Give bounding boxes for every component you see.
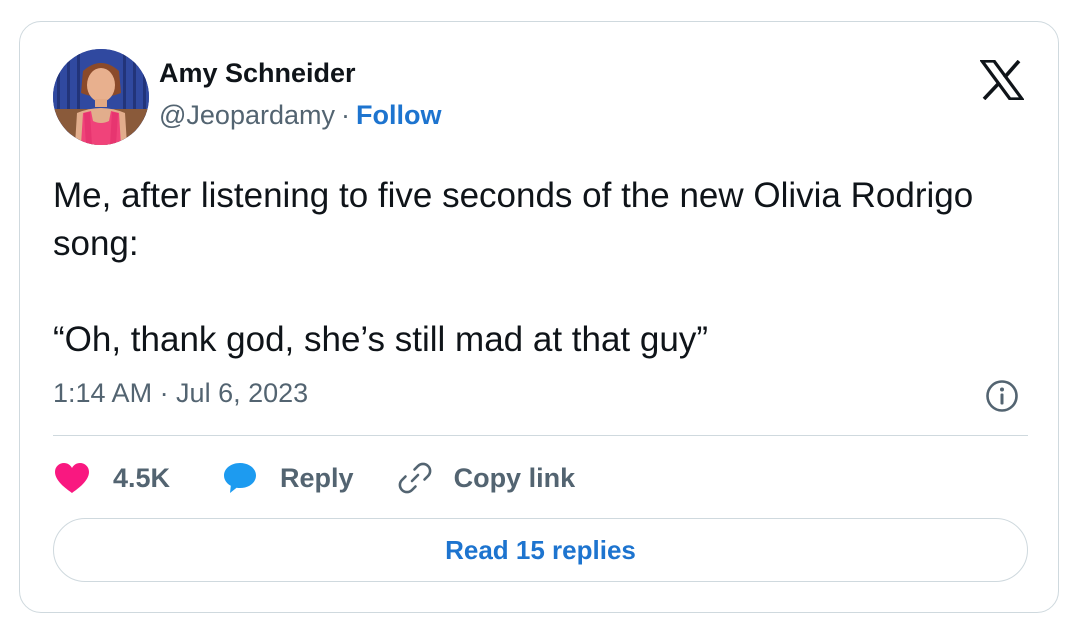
x-logo-icon[interactable]: [978, 59, 1026, 101]
link-icon: [397, 460, 433, 496]
copy-link-label: Copy link: [453, 462, 576, 493]
author-name[interactable]: Amy Schneider: [159, 58, 356, 89]
heart-icon: [53, 461, 91, 495]
follow-link[interactable]: Follow: [356, 100, 441, 130]
handle-separator: ·: [341, 100, 350, 130]
tweet-timestamp[interactable]: 1:14 AM · Jul 6, 2023: [53, 378, 308, 409]
avatar[interactable]: [53, 49, 149, 145]
read-replies-label: Read 15 replies: [445, 534, 636, 565]
tweet-text: Me, after listening to five seconds of t…: [53, 176, 974, 359]
info-icon[interactable]: [985, 379, 1019, 413]
reply-bubble-icon: [222, 460, 258, 496]
author-handle[interactable]: @Jeopardamy: [159, 100, 335, 130]
tweet-actions: 4.5K Reply Copy link: [53, 458, 575, 498]
divider: [53, 435, 1028, 436]
reply-button[interactable]: Reply: [222, 460, 354, 496]
like-button[interactable]: 4.5K: [53, 461, 170, 495]
tweet-card: Amy Schneider @Jeopardamy · Follow Me, aft…: [19, 21, 1059, 613]
author-handle-row: @Jeopardamy · Follow: [159, 100, 441, 131]
reply-label: Reply: [280, 462, 354, 493]
like-count: 4.5K: [113, 462, 171, 493]
read-replies-button[interactable]: Read 15 replies: [53, 518, 1028, 582]
copy-link-button[interactable]: Copy link: [397, 460, 576, 496]
